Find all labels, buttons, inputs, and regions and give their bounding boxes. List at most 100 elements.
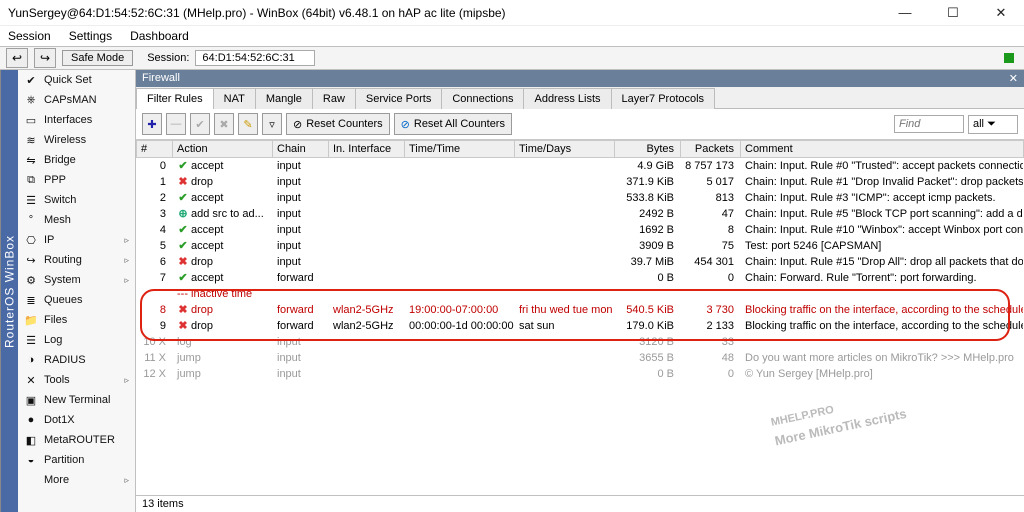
sidebar-item-wireless[interactable]: ≋Wireless xyxy=(18,130,135,150)
sidebar-item-dot1x[interactable]: ●Dot1X xyxy=(18,410,135,430)
sidebar: ✔Quick Set⎈CAPsMAN▭Interfaces≋Wireless⇋B… xyxy=(18,70,136,512)
table-row[interactable]: 12 Xjumpinput0 B0© Yun Sergey [MHelp.pro… xyxy=(137,366,1024,382)
sidebar-item-tools[interactable]: ✕Tools▹ xyxy=(18,370,135,390)
accept-icon: ✔ xyxy=(177,159,189,172)
table-row[interactable]: 5✔acceptinput3909 B75Test: port 5246 [CA… xyxy=(137,238,1024,254)
sidebar-item-ppp[interactable]: ⧉PPP xyxy=(18,170,135,190)
table-row[interactable]: 1✖dropinput371.9 KiB5 017Chain: Input. R… xyxy=(137,174,1024,190)
firewall-toolbar: ✚ — ✔ ✖ ✎ ▿ ⊘Reset Counters ⊘Reset All C… xyxy=(136,109,1024,140)
watermark: MHELP.PRO More MikroTik scripts xyxy=(766,373,907,449)
sidebar-item-interfaces[interactable]: ▭Interfaces xyxy=(18,110,135,130)
sidebar-icon: ◑ xyxy=(24,353,38,367)
sidebar-icon: ◒ xyxy=(24,453,38,467)
enable-button[interactable]: ✔ xyxy=(190,113,210,135)
table-row[interactable]: 9✖dropforwardwlan2-5GHz00:00:00-1d 00:00… xyxy=(137,318,1024,334)
undo-button[interactable]: ↩ xyxy=(6,48,28,68)
table-row[interactable]: 4✔acceptinput1692 B8Chain: Input. Rule #… xyxy=(137,222,1024,238)
tab-filter-rules[interactable]: Filter Rules xyxy=(136,88,214,109)
sidebar-item-switch[interactable]: ☰Switch xyxy=(18,190,135,210)
sidebar-icon: ✕ xyxy=(24,373,38,387)
comment-button[interactable]: ✎ xyxy=(238,113,258,135)
sidebar-item-system[interactable]: ⚙System▹ xyxy=(18,270,135,290)
col-time: Time/Time xyxy=(405,141,515,158)
table-row[interactable]: 3⊕add src to ad...input2492 B47Chain: In… xyxy=(137,206,1024,222)
titlebar: YunSergey@64:D1:54:52:6C:31 (MHelp.pro) … xyxy=(0,0,1024,26)
sidebar-item-files[interactable]: 📁Files xyxy=(18,310,135,330)
menubar: Session Settings Dashboard xyxy=(0,26,1024,46)
window-controls: — ☐ ✕ xyxy=(890,5,1016,21)
menu-dashboard[interactable]: Dashboard xyxy=(130,29,189,43)
table-row[interactable]: 7✔acceptforward0 B0Chain: Forward. Rule … xyxy=(137,270,1024,286)
remove-button[interactable]: — xyxy=(166,113,186,135)
tab-service-ports[interactable]: Service Ports xyxy=(355,88,442,109)
sidebar-item-routing[interactable]: ↪Routing▹ xyxy=(18,250,135,270)
table-header[interactable]: # Action Chain In. Interface Time/Time T… xyxy=(137,141,1024,158)
table-row[interactable]: 0✔acceptinput4.9 GiB8 757 173Chain: Inpu… xyxy=(137,158,1024,174)
close-icon[interactable]: ✕ xyxy=(986,5,1016,21)
table-row[interactable]: 8✖dropforwardwlan2-5GHz19:00:00-07:00:00… xyxy=(137,302,1024,318)
tab-mangle[interactable]: Mangle xyxy=(255,88,313,109)
table-row[interactable]: 11 Xjumpinput3655 B48Do you want more ar… xyxy=(137,350,1024,366)
content-area: Firewall ✕ Filter RulesNATMangleRawServi… xyxy=(136,70,1024,512)
sidebar-item-capsman[interactable]: ⎈CAPsMAN xyxy=(18,90,135,110)
panel-title[interactable]: Firewall ✕ xyxy=(136,70,1024,87)
sidebar-label: New Terminal xyxy=(44,394,110,406)
sidebar-item-partition[interactable]: ◒Partition xyxy=(18,450,135,470)
sidebar-item-radius[interactable]: ◑RADIUS xyxy=(18,350,135,370)
panel-close-icon[interactable]: ✕ xyxy=(1009,72,1018,85)
tab-raw[interactable]: Raw xyxy=(312,88,356,109)
sidebar-item-queues[interactable]: ≣ Queues xyxy=(18,290,135,310)
sidebar-label: Wireless xyxy=(44,134,86,146)
drop-icon: ✖ xyxy=(177,175,189,188)
accept-icon: ✔ xyxy=(177,239,189,252)
disable-button[interactable]: ✖ xyxy=(214,113,234,135)
sidebar-label: Mesh xyxy=(44,214,71,226)
sidebar-icon: ▣ xyxy=(24,393,38,407)
sidebar-item-quick-set[interactable]: ✔Quick Set xyxy=(18,70,135,90)
tab-connections[interactable]: Connections xyxy=(441,88,524,109)
tab-address-lists[interactable]: Address Lists xyxy=(523,88,611,109)
col-num: # xyxy=(137,141,173,158)
sidebar-label: PPP xyxy=(44,174,66,186)
table-row[interactable]: 2✔acceptinput533.8 KiB813Chain: Input. R… xyxy=(137,190,1024,206)
sidebar-item-bridge[interactable]: ⇋Bridge xyxy=(18,150,135,170)
sidebar-icon: ⚙ xyxy=(24,273,38,287)
menu-settings[interactable]: Settings xyxy=(69,29,112,43)
sidebar-label: MetaROUTER xyxy=(44,434,115,446)
table-row[interactable]: 10 Xloginput3120 B33 xyxy=(137,334,1024,350)
sidebar-item-more[interactable]: More▹ xyxy=(18,470,135,490)
filter-button[interactable]: ▿ xyxy=(262,113,282,135)
table-row[interactable]: 6✖dropinput39.7 MiB454 301Chain: Input. … xyxy=(137,254,1024,270)
sidebar-label: Queues xyxy=(44,294,83,306)
accept-icon: ✔ xyxy=(177,223,189,236)
sidebar-item-ip[interactable]: ⎔IP▹ xyxy=(18,230,135,250)
rules-grid[interactable]: # Action Chain In. Interface Time/Time T… xyxy=(136,140,1024,495)
sidebar-item-mesh[interactable]: °Mesh xyxy=(18,210,135,230)
reset-counters-button[interactable]: ⊘Reset Counters xyxy=(286,113,390,135)
redo-button[interactable]: ↪ xyxy=(34,48,56,68)
maximize-icon[interactable]: ☐ xyxy=(938,5,968,21)
find-input[interactable] xyxy=(894,115,964,133)
sidebar-label: CAPsMAN xyxy=(44,94,97,106)
sidebar-icon: ⎔ xyxy=(24,233,38,247)
sidebar-label: Routing xyxy=(44,254,82,266)
tab-layer7-protocols[interactable]: Layer7 Protocols xyxy=(611,88,716,109)
panel-title-text: Firewall xyxy=(142,72,180,85)
col-bytes: Bytes xyxy=(615,141,681,158)
safe-mode-button[interactable]: Safe Mode xyxy=(62,50,133,66)
sidebar-item-new-terminal[interactable]: ▣ New Terminal xyxy=(18,390,135,410)
session-value[interactable]: 64:D1:54:52:6C:31 xyxy=(195,50,315,66)
add-button[interactable]: ✚ xyxy=(142,113,162,135)
sidebar-icon: ≣ xyxy=(24,293,38,307)
reset-all-counters-button[interactable]: ⊘Reset All Counters xyxy=(394,113,512,135)
filter-select[interactable]: all ⏷ xyxy=(968,115,1018,134)
chevron-right-icon: ▹ xyxy=(124,275,129,286)
minimize-icon[interactable]: — xyxy=(890,5,920,21)
sidebar-icon: 📁 xyxy=(24,313,38,327)
sidebar-item-log[interactable]: ☰Log xyxy=(18,330,135,350)
menu-session[interactable]: Session xyxy=(8,29,51,43)
tab-nat[interactable]: NAT xyxy=(213,88,256,109)
sidebar-icon: ✔ xyxy=(24,73,38,87)
sidebar-item-metarouter[interactable]: ◧MetaROUTER xyxy=(18,430,135,450)
brand-strip: RouterOS WinBox xyxy=(0,70,18,512)
